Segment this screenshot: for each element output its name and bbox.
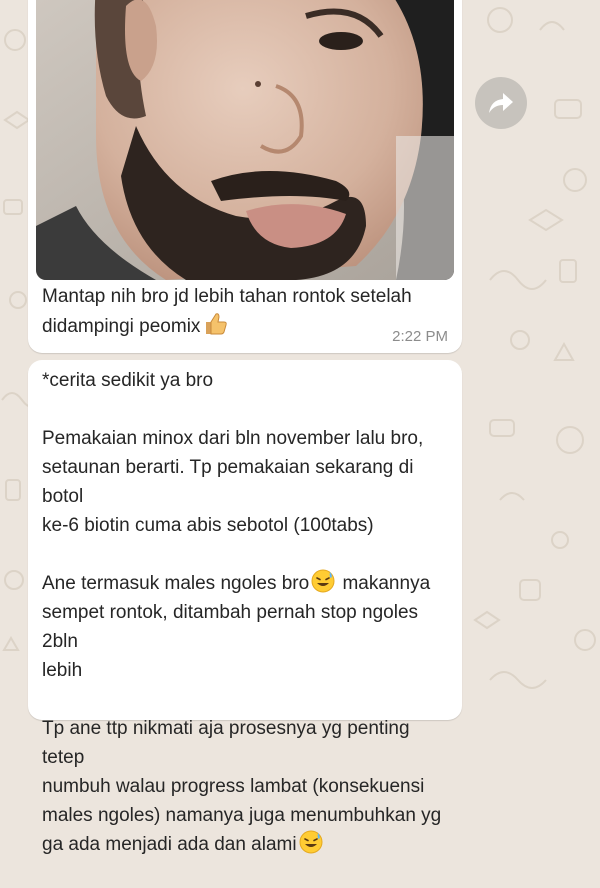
caption-line: Mantap nih bro jd lebih tahan rontok set…	[42, 286, 412, 307]
message-line-tail: makannya	[342, 573, 431, 594]
message-line: numbuh walau progress lambat (konsekuens…	[42, 776, 425, 797]
forward-arrow-icon	[489, 93, 513, 113]
message-line: sempet rontok, ditambah pernah stop ngol…	[42, 602, 419, 652]
image-caption: Mantap nih bro jd lebih tahan rontok set…	[42, 282, 442, 341]
message-line: *cerita sedikit ya bro	[42, 370, 214, 391]
message-timestamp: 2:22 PM	[392, 328, 448, 345]
message-line: Pemakaian minox dari bln november lalu b…	[42, 428, 424, 449]
forward-button[interactable]	[475, 77, 527, 129]
message-paragraph: Tp ane ttp nikmati aja prosesnya yg pent…	[42, 714, 456, 859]
message-line: ga ada menjadi ada dan alami	[42, 834, 297, 855]
message-body: *cerita sedikit ya bro Pemakaian minox d…	[42, 366, 456, 888]
grinning-sweat-face-icon	[299, 830, 323, 854]
message-paragraph: Ane termasuk males ngoles bro makannya s…	[42, 569, 456, 685]
caption-line: didampingi peomix	[42, 316, 201, 337]
message-line: setaunan berarti. Tp pemakaian sekarang …	[42, 457, 414, 507]
thumbs-up-icon	[203, 311, 229, 337]
grinning-sweat-face-icon	[311, 569, 335, 593]
message-line: ke-6 biotin cuma abis sebotol (100tabs)	[42, 515, 374, 536]
text-message-bubble[interactable]: *cerita sedikit ya bro Pemakaian minox d…	[28, 360, 462, 855]
portrait-photo-image	[36, 0, 454, 280]
message-paragraph: Pemakaian minox dari bln november lalu b…	[42, 424, 456, 540]
message-line: lebih	[42, 660, 83, 681]
shared-photo[interactable]	[36, 0, 454, 280]
message-paragraph: *cerita sedikit ya bro	[42, 366, 456, 395]
message-line: Ane termasuk males ngoles bro	[42, 573, 310, 594]
message-line: Tp ane ttp nikmati aja prosesnya yg pent…	[42, 718, 410, 768]
image-message-bubble[interactable]: Mantap nih bro jd lebih tahan rontok set…	[28, 0, 462, 353]
message-line: males ngoles) namanya juga menumbuhkan y…	[42, 805, 442, 826]
